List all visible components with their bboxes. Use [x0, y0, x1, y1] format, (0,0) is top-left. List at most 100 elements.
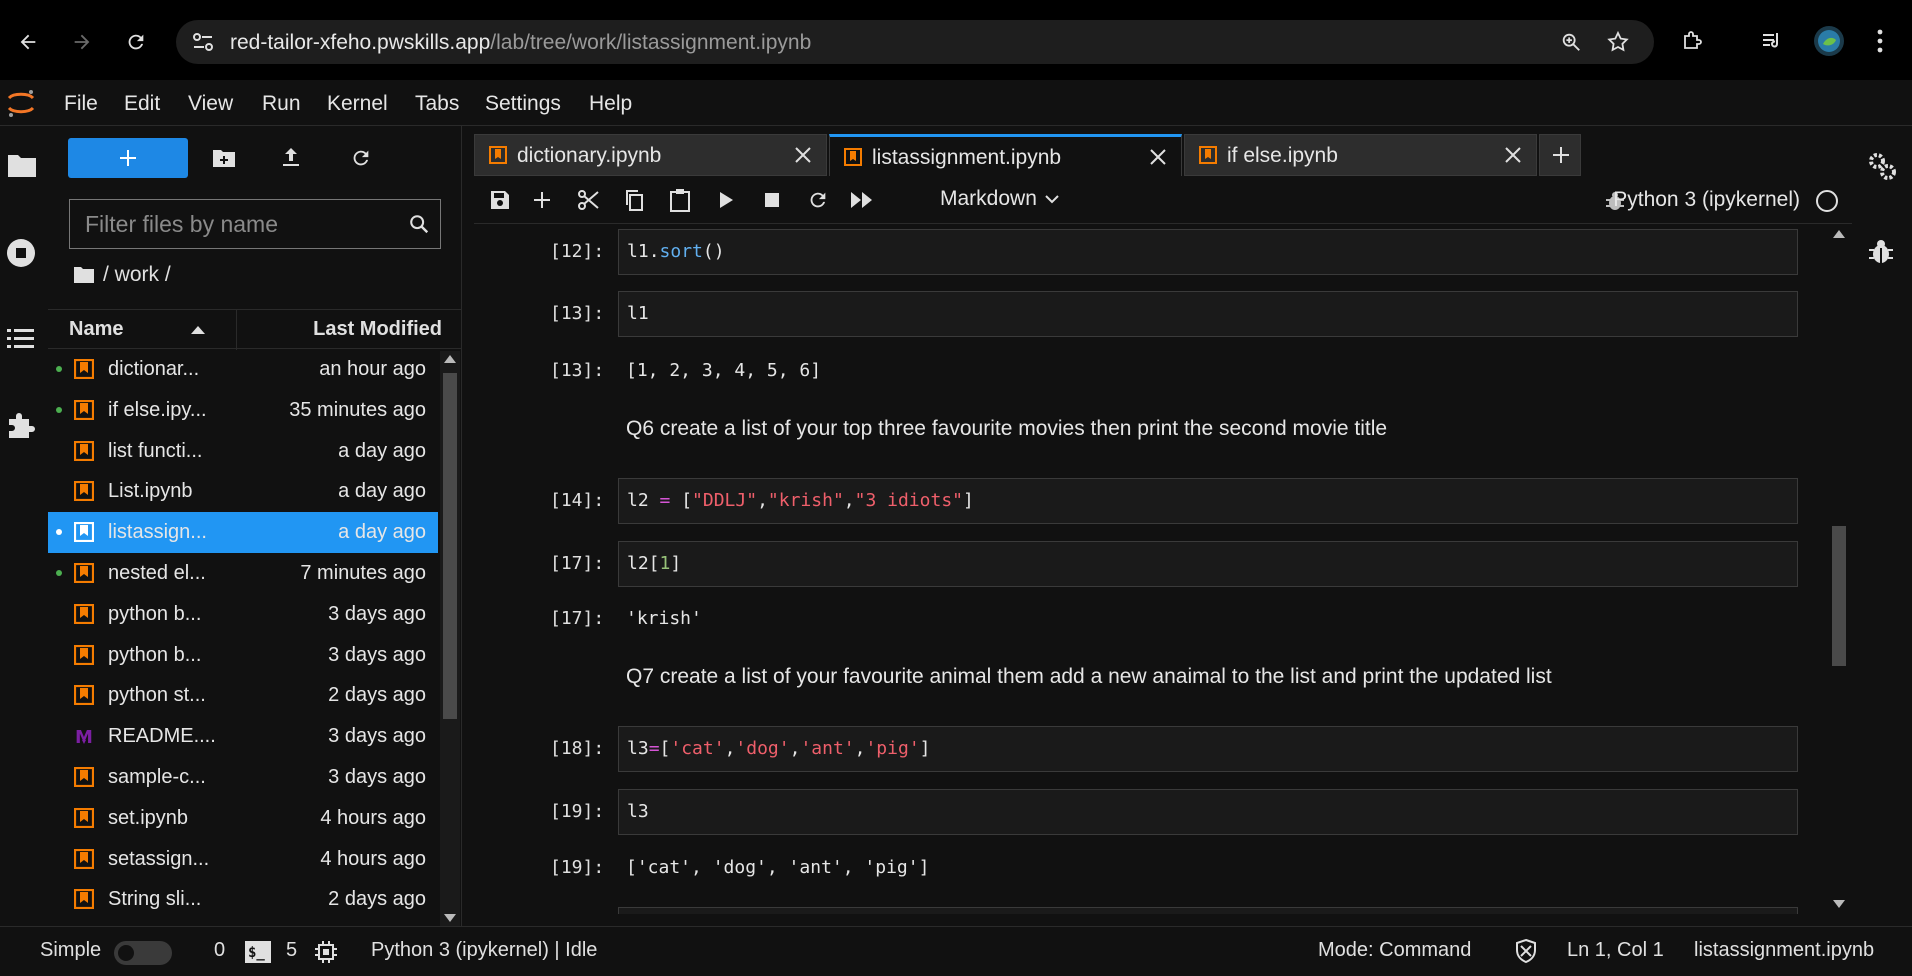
menu-view[interactable]: View: [188, 92, 233, 116]
menu-bar: File Edit View Run Kernel Tabs Settings …: [0, 80, 1912, 126]
restart-kernel-button[interactable]: [806, 188, 830, 212]
file-browser-folder-icon[interactable]: [7, 152, 37, 178]
markdown-cell[interactable]: Q6 create a list of your top three favou…: [626, 417, 1387, 441]
new-launcher-button[interactable]: [68, 138, 188, 178]
debugger-bug-icon[interactable]: [1868, 238, 1894, 266]
file-row[interactable]: String sli... 2 days ago: [48, 879, 438, 920]
simple-mode-toggle[interactable]: [114, 941, 172, 965]
table-of-contents-icon[interactable]: [6, 326, 36, 352]
forward-button[interactable]: [62, 22, 102, 62]
back-button[interactable]: [8, 22, 48, 62]
close-tab-icon[interactable]: [1504, 146, 1522, 164]
bookmark-star-icon[interactable]: [1606, 30, 1630, 54]
code-cell-editor[interactable]: l1: [618, 291, 1798, 337]
new-folder-button[interactable]: [212, 148, 236, 168]
folder-icon[interactable]: [73, 266, 95, 284]
code-cell-editor[interactable]: l2 = ["DDLJ","krish","3 idiots"]: [618, 478, 1798, 524]
file-row[interactable]: sample-c... 3 days ago: [48, 757, 438, 798]
file-row[interactable]: python b... 3 days ago: [48, 635, 438, 676]
kernel-chip-icon[interactable]: [314, 940, 338, 964]
file-row[interactable]: if else.ipy... 35 minutes ago: [48, 390, 438, 431]
file-row[interactable]: List.ipynb a day ago: [48, 471, 438, 512]
sort-ascending-icon[interactable]: [191, 326, 205, 334]
code-cell-editor[interactable]: l3: [618, 789, 1798, 835]
file-row[interactable]: python b... 3 days ago: [48, 594, 438, 635]
media-controls-icon[interactable]: [1760, 29, 1784, 53]
notebook-file-icon: [74, 685, 94, 706]
tab-label: if else.ipynb: [1227, 144, 1338, 167]
notebook-scrollbar[interactable]: [1828, 224, 1850, 914]
scrollbar-thumb[interactable]: [443, 373, 457, 719]
file-row[interactable]: M README.... 3 days ago: [48, 716, 438, 757]
column-modified-header[interactable]: Last Modified: [313, 318, 442, 341]
refresh-button[interactable]: [350, 147, 372, 169]
file-row[interactable]: listassign... a day ago: [48, 512, 438, 553]
paste-button[interactable]: [668, 188, 692, 212]
tab-listassignment[interactable]: listassignment.ipynb: [829, 134, 1182, 176]
tab-dictionary[interactable]: dictionary.ipynb: [474, 134, 827, 176]
menu-file[interactable]: File: [64, 92, 98, 116]
breadcrumb-path[interactable]: / work /: [103, 263, 171, 287]
extensions-icon[interactable]: [1680, 29, 1704, 53]
cut-button[interactable]: [576, 188, 600, 212]
kernel-status[interactable]: Python 3 (ipykernel) | Idle: [371, 939, 597, 962]
file-name: sample-c...: [108, 765, 206, 788]
scrollbar-thumb[interactable]: [1832, 526, 1846, 666]
new-tab-button[interactable]: [1539, 134, 1581, 176]
menu-edit[interactable]: Edit: [124, 92, 160, 116]
reload-button[interactable]: [116, 22, 156, 62]
terminals-count[interactable]: 0: [214, 939, 225, 962]
cell-type-dropdown[interactable]: Markdown: [940, 187, 1059, 211]
file-row[interactable]: dictionar... an hour ago: [48, 349, 438, 390]
menu-tabs[interactable]: Tabs: [415, 92, 459, 116]
interrupt-kernel-button[interactable]: [760, 188, 784, 212]
markdown-cell[interactable]: Q7 create a list of your favourite anima…: [626, 665, 1552, 689]
profile-avatar[interactable]: [1814, 26, 1844, 56]
site-info-icon[interactable]: [190, 30, 216, 54]
code-cell-editor[interactable]: l3=['cat','dog','ant','pig']: [618, 726, 1798, 772]
running-indicator-dot: [56, 569, 62, 576]
notebook-icon: [844, 148, 862, 166]
kernel-name-button[interactable]: Python 3 (ipykernel): [1613, 188, 1800, 212]
menu-kernel[interactable]: Kernel: [327, 92, 388, 116]
file-name: list functi...: [108, 439, 203, 462]
close-tab-icon[interactable]: [1149, 148, 1167, 166]
save-button[interactable]: [488, 188, 512, 212]
property-inspector-gears-icon[interactable]: [1866, 150, 1898, 182]
file-row[interactable]: list functi... a day ago: [48, 431, 438, 472]
run-cell-button[interactable]: [714, 188, 738, 212]
extension-manager-icon[interactable]: [6, 410, 36, 440]
kernels-count[interactable]: 5: [286, 939, 297, 962]
close-tab-icon[interactable]: [794, 146, 812, 164]
restart-run-all-button[interactable]: [850, 188, 874, 212]
filter-files-field[interactable]: [69, 199, 441, 249]
file-row[interactable]: nested el... 7 minutes ago: [48, 553, 438, 594]
terminal-icon[interactable]: $_: [244, 940, 272, 964]
running-kernels-icon[interactable]: [6, 238, 36, 268]
file-row[interactable]: setassign... 4 hours ago: [48, 839, 438, 880]
plus-icon: [1553, 147, 1569, 163]
trusted-shield-icon[interactable]: [1514, 938, 1538, 964]
filter-files-input[interactable]: [70, 200, 390, 248]
cursor-position[interactable]: Ln 1, Col 1: [1567, 939, 1664, 962]
menu-settings[interactable]: Settings: [485, 92, 561, 116]
code-cell-editor[interactable]: l1.sort(): [618, 229, 1798, 275]
menu-run[interactable]: Run: [262, 92, 301, 116]
url-text[interactable]: red-tailor-xfeho.pwskills.app/lab/tree/w…: [230, 31, 811, 55]
upload-button[interactable]: [281, 146, 301, 168]
column-name-header[interactable]: Name: [69, 318, 123, 341]
column-divider[interactable]: [236, 310, 237, 350]
insert-cell-button[interactable]: [530, 188, 554, 212]
file-modified: a day ago: [338, 521, 426, 544]
copy-button[interactable]: [622, 188, 646, 212]
file-list-scrollbar[interactable]: [440, 351, 460, 926]
menu-help[interactable]: Help: [589, 92, 632, 116]
code-cell-editor[interactable]: l2[1]: [618, 541, 1798, 587]
address-bar[interactable]: red-tailor-xfeho.pwskills.app/lab/tree/w…: [176, 20, 1654, 64]
file-row[interactable]: python st... 2 days ago: [48, 675, 438, 716]
file-row[interactable]: set.ipynb 4 hours ago: [48, 798, 438, 839]
code-cell-editor[interactable]: [618, 907, 1798, 914]
zoom-icon[interactable]: [1560, 31, 1582, 53]
tab-if-else[interactable]: if else.ipynb: [1184, 134, 1537, 176]
browser-menu-icon[interactable]: [1876, 28, 1884, 54]
